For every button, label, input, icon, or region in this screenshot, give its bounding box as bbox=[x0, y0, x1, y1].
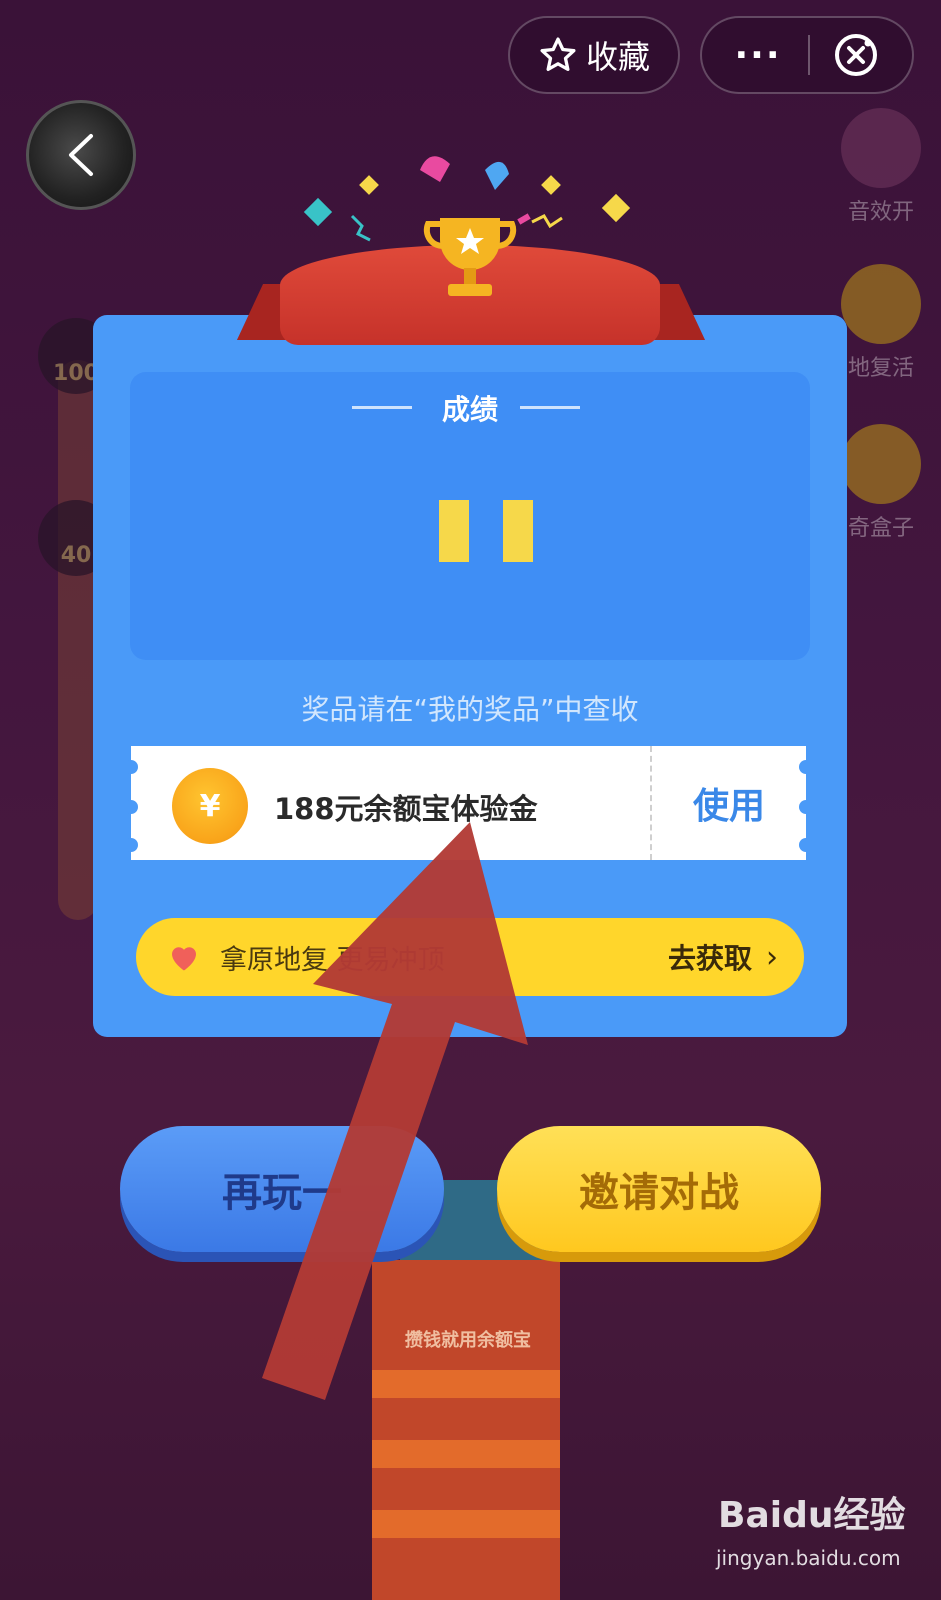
trophy-icon bbox=[423, 218, 517, 296]
mini-program-capsule: ··· bbox=[700, 16, 914, 94]
progress-track bbox=[58, 360, 98, 920]
tower-stripe bbox=[372, 1440, 560, 1468]
revive-banner[interactable]: 拿原地复 更易冲顶 去获取 › bbox=[136, 918, 804, 996]
heart-icon bbox=[172, 947, 196, 971]
tower-stripe bbox=[372, 1370, 560, 1398]
star-icon bbox=[540, 37, 576, 72]
coupon-notch bbox=[124, 800, 138, 814]
chevron-left-icon bbox=[69, 134, 93, 176]
sound-toggle[interactable]: 音效开 bbox=[821, 108, 941, 226]
score-digit bbox=[439, 500, 469, 562]
invite-battle-button[interactable]: 邀请对战 bbox=[497, 1126, 821, 1252]
prize-hint: 奖品请在“我的奖品”中查收 bbox=[301, 693, 639, 726]
coupon-notch bbox=[124, 838, 138, 852]
box-icon bbox=[841, 424, 921, 504]
play-again-button[interactable]: 再玩一 bbox=[120, 1126, 444, 1252]
more-menu-button[interactable]: ··· bbox=[734, 35, 781, 76]
tower-stripe bbox=[372, 1510, 560, 1538]
prize-name: 188元余额宝体验金 bbox=[274, 792, 538, 826]
get-revive-link[interactable]: 去获取 bbox=[668, 937, 752, 977]
music-note-icon bbox=[841, 108, 921, 188]
heart-icon bbox=[841, 264, 921, 344]
coupon-notch bbox=[124, 760, 138, 774]
revive-text: 拿原地复 更易冲顶 bbox=[220, 944, 445, 976]
chevron-right-icon: › bbox=[766, 939, 778, 975]
revive-tool-label: 地复活 bbox=[847, 356, 914, 381]
close-icon[interactable] bbox=[832, 31, 880, 79]
baidu-watermark: Baidu经验 bbox=[718, 1495, 906, 1536]
favorite-button[interactable]: 收藏 bbox=[508, 16, 680, 94]
favorite-label: 收藏 bbox=[585, 38, 650, 76]
background-tower bbox=[372, 1260, 560, 1600]
use-button[interactable]: 使用 bbox=[652, 746, 806, 860]
mystery-box-label: 奇盒子 bbox=[847, 516, 914, 541]
tower-label: 攒钱就用余额宝 bbox=[405, 1330, 531, 1351]
score-title: 成绩 bbox=[441, 393, 498, 426]
back-button[interactable] bbox=[26, 100, 136, 210]
capsule-divider bbox=[807, 35, 810, 75]
watermark-url: jingyan.baidu.com bbox=[716, 1546, 901, 1570]
coin-icon: ¥ bbox=[172, 768, 248, 844]
score-digit bbox=[503, 500, 533, 562]
sound-toggle-label: 音效开 bbox=[847, 200, 914, 225]
